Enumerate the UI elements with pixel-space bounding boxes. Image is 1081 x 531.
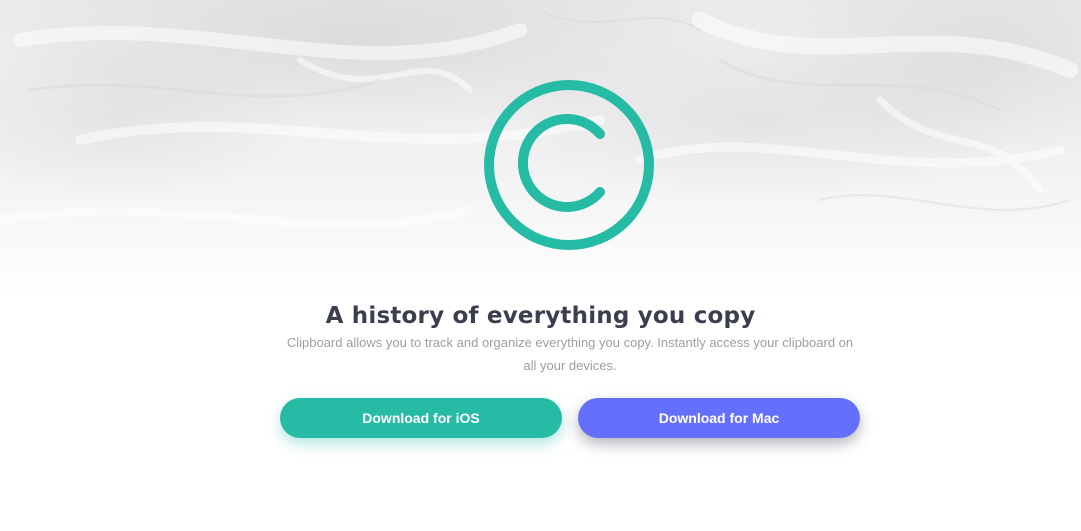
landing-page: A history of everything you copy Clipboa…: [0, 0, 1081, 531]
page-subtitle: Clipboard allows you to track and organi…: [286, 335, 854, 373]
download-mac-button[interactable]: Download for Mac: [578, 398, 860, 438]
download-ios-button[interactable]: Download for iOS: [280, 398, 562, 438]
copyright-logo-icon: [484, 80, 654, 250]
page-title: A history of everything you copy: [325, 303, 756, 329]
